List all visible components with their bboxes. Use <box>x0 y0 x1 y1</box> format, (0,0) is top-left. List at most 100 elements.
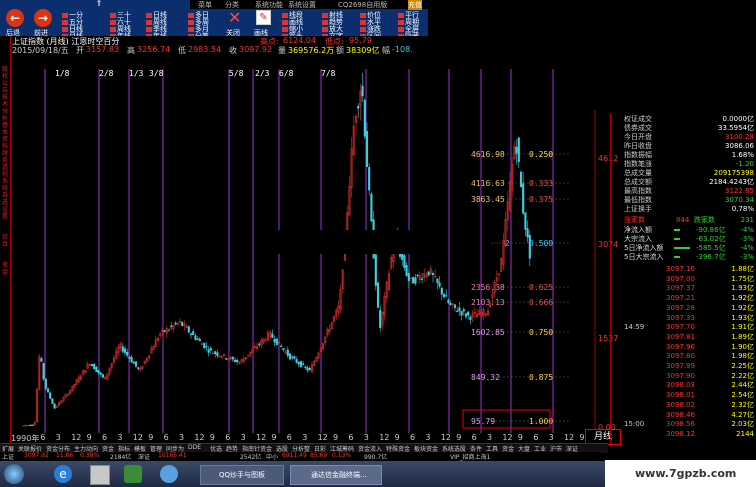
flow-bar <box>674 247 690 249</box>
candle-body <box>431 273 435 275</box>
quote-value: 3086.06 <box>725 142 754 150</box>
candle-body <box>130 356 133 363</box>
task-qq[interactable]: QQ炒手与图板 <box>200 465 284 485</box>
flow-value: -90.86亿 <box>696 226 726 234</box>
sh-amount: 2184亿 <box>110 454 132 461</box>
candlestick-chart[interactable]: 1/8 2/8 1/3 3/8 5/8 2/3 6/8 7/8 4616.98 0.250 4116… <box>11 55 596 433</box>
candle-body <box>198 338 201 342</box>
quote-value: 2184.4243亿 <box>709 178 754 186</box>
tick-volume: 1.89亿 <box>731 332 754 341</box>
fall-label: 跌家数 <box>694 216 715 224</box>
left-tab[interactable]: 资金 <box>0 262 10 276</box>
candle-body <box>187 326 190 333</box>
up-arrow-icon[interactable]: ⇑ <box>90 0 108 8</box>
candle-body <box>40 358 43 362</box>
task-tdx[interactable]: 通达信金融终端... <box>290 465 382 485</box>
x-tick-label: 6 <box>410 433 416 442</box>
candle-body <box>308 368 311 370</box>
tick-price: 3098.02 <box>666 400 695 409</box>
x-tick-label: 12 <box>379 433 390 442</box>
tick-price: 3097.96 <box>666 342 695 351</box>
tick-row: 15:00 3098.56 2.03亿 <box>624 420 754 428</box>
candle-body <box>258 343 261 346</box>
quote-label: 昨日收盘 <box>624 142 652 150</box>
level-price: 4116.63 <box>471 179 505 188</box>
quote-value: 3100.28 <box>725 133 754 141</box>
level-ratio: 0.250 <box>529 150 553 159</box>
quote-label: 债券成交 <box>624 124 652 132</box>
left-tab[interactable]: 技术分析 <box>0 94 10 122</box>
x-tick-label: 12 <box>256 433 267 442</box>
x-tick-label: 12 <box>194 433 205 442</box>
bottom-tab[interactable]: DDE <box>188 444 201 451</box>
sh-change: 11.86 <box>56 452 74 459</box>
left-tab[interactable]: 财务透视 <box>0 150 10 178</box>
media-icon[interactable] <box>124 465 142 483</box>
menu-item[interactable]: CQ2698自用版 <box>338 0 387 10</box>
candle-body <box>44 378 47 389</box>
zx-amount: 990.7亿 <box>364 454 388 461</box>
x-tick-label: 6 <box>40 433 46 442</box>
tick-row: 3097.21 1.92亿 <box>624 294 754 302</box>
candle-body <box>31 424 34 426</box>
start-button[interactable] <box>4 464 24 484</box>
tick-volume: 1.92亿 <box>731 294 754 303</box>
qq-icon[interactable] <box>160 465 178 483</box>
quote-row: 指数振幅 1.68% <box>624 151 754 159</box>
x-tick-label: 9 <box>517 433 523 442</box>
candle-body <box>288 353 292 360</box>
menu-item[interactable]: 菜单 <box>198 0 212 10</box>
quote-label: 上证换手 <box>624 205 652 213</box>
flow-pct: -4% <box>740 226 754 234</box>
tick-volume: 4.27亿 <box>731 410 754 419</box>
left-tab[interactable]: 版权公告 <box>0 66 10 94</box>
x-tick-label: 6 <box>348 433 354 442</box>
left-tab[interactable]: 系统自选 <box>0 178 10 206</box>
left-tab[interactable]: 综合 <box>0 234 10 248</box>
tick-price: 3097.80 <box>666 352 695 361</box>
status-bar: 上证 3097.92 11.86 0.38% 2184亿 深证 10165.41… <box>0 452 600 461</box>
left-tab[interactable]: 设置 <box>0 206 10 220</box>
draw-icon[interactable]: ✎ <box>256 10 271 25</box>
forward-button[interactable]: → <box>34 9 52 27</box>
flow-row: 5日净流入额 -585.5亿 -4% <box>624 244 754 252</box>
back-button[interactable]: ← <box>6 9 24 27</box>
candle-body <box>299 361 303 368</box>
close-icon[interactable]: ✕ <box>228 10 241 26</box>
x-tick-label: 9 <box>394 433 400 442</box>
x-tick-label: 9 <box>86 433 92 442</box>
tick-price: 3097.28 <box>666 303 695 312</box>
tick-row: 3097.37 1.93亿 <box>624 284 754 292</box>
candle-body <box>214 351 217 354</box>
menu-item[interactable]: 分类 <box>225 0 239 10</box>
candle-body <box>403 255 406 268</box>
menu-item[interactable]: 充值 <box>408 0 422 10</box>
candle-body <box>49 392 52 399</box>
level-ratio: 0.666 <box>529 298 553 307</box>
candle-body <box>517 137 520 163</box>
tick-time: 15:00 <box>624 420 645 429</box>
candle-body <box>368 167 371 191</box>
menu-item[interactable]: 系统功能 <box>255 0 283 10</box>
candle-body <box>95 366 98 372</box>
app-icon[interactable] <box>90 465 110 485</box>
quote-row: 昨日收盘 3086.06 <box>624 142 754 150</box>
axis-label: 4612 <box>598 154 619 163</box>
candle-body <box>440 287 443 295</box>
ie-icon[interactable]: e <box>54 465 72 483</box>
candle-body <box>467 311 470 316</box>
quote-label: 指数振幅 <box>624 151 652 159</box>
flow-bar <box>674 229 680 231</box>
candle-body <box>231 357 234 360</box>
level-price: 2356.38 <box>471 283 505 292</box>
level-price: 849.32 <box>471 373 500 382</box>
level-ratio: 0.375 <box>529 195 553 204</box>
flow-label: 大宗流入 <box>624 235 652 243</box>
menu-item[interactable]: 系统设置 <box>288 0 316 10</box>
candle-body <box>42 362 45 380</box>
tick-price: 3098.56 <box>666 420 695 429</box>
candle-body <box>196 338 199 340</box>
quote-row: 最高指数 3122.85 <box>624 187 754 195</box>
left-tab[interactable]: 基本资料 <box>0 122 10 150</box>
x-tick-label: 12 <box>502 433 513 442</box>
